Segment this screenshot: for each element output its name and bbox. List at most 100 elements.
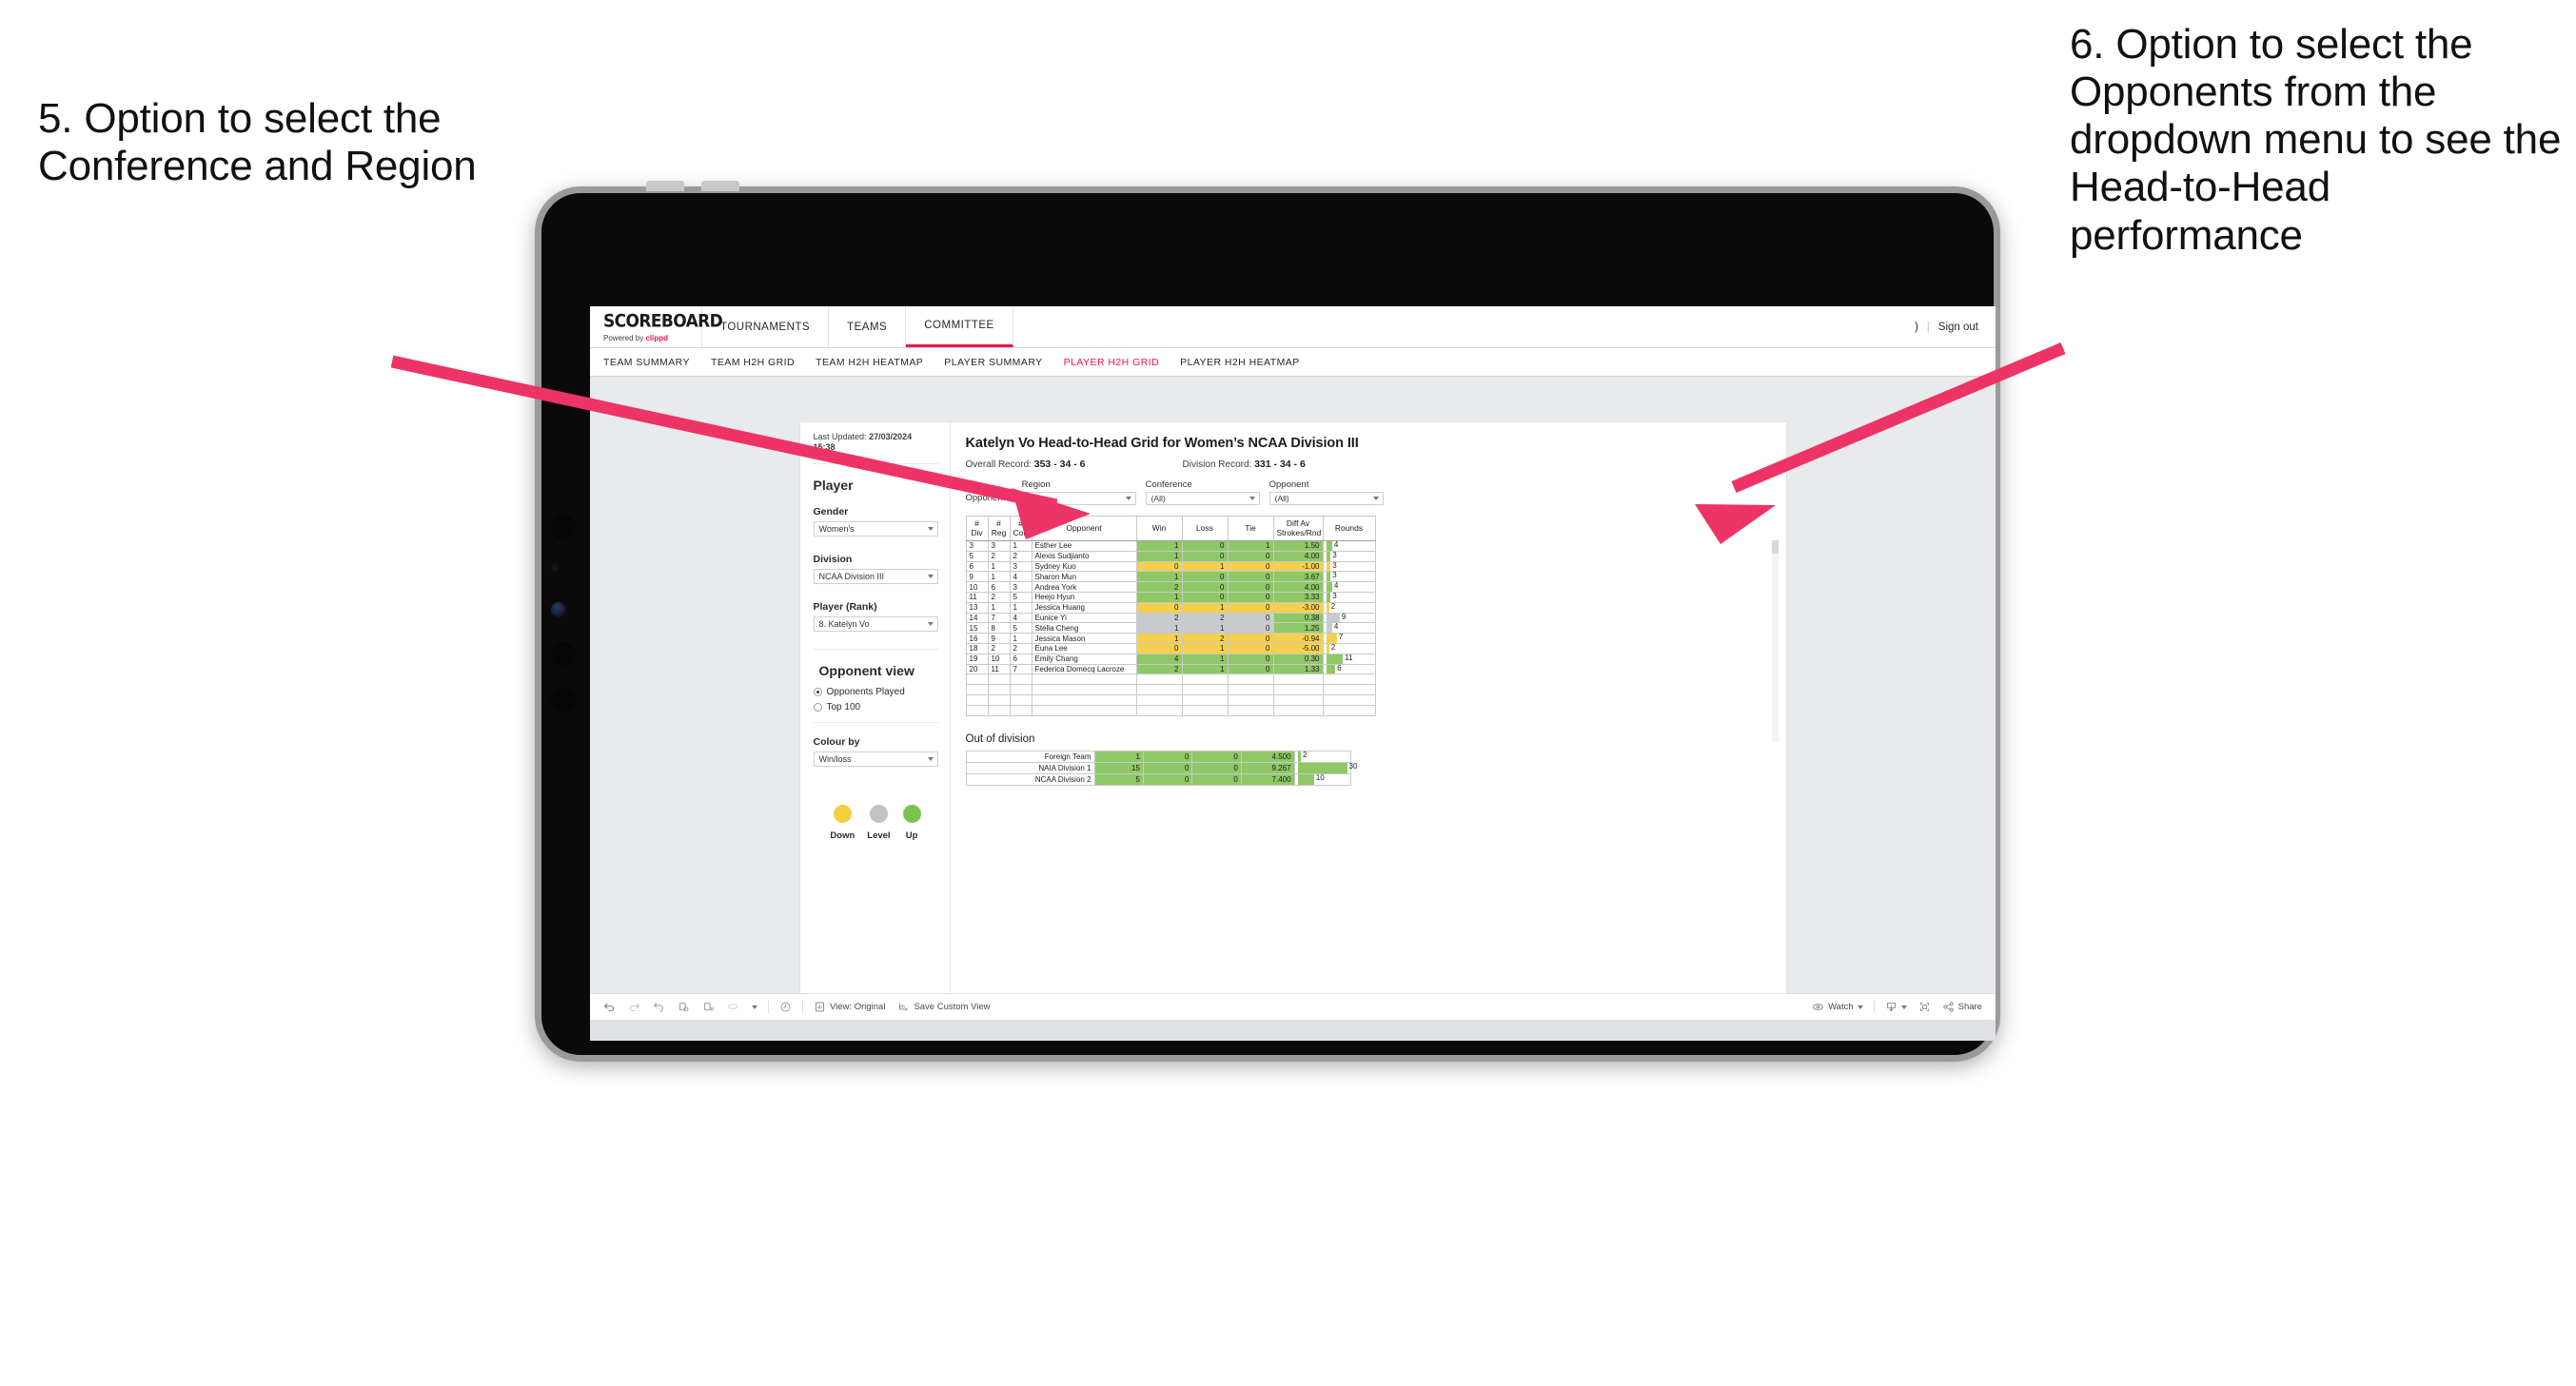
legend-level: Level [867, 804, 891, 841]
table-row[interactable]: 20 11 7 Federica Domecq Lacroze 2 1 0 1.33 6 [965, 664, 1376, 675]
volume-down-button [701, 181, 739, 191]
share-button[interactable]: Share [1942, 1001, 1982, 1013]
col-rounds[interactable]: Rounds [1322, 516, 1376, 541]
cell-conf: 1 [1009, 633, 1032, 644]
revert-icon[interactable] [653, 1001, 665, 1013]
player-rank-select[interactable]: 8. Katelyn Vo [813, 615, 938, 632]
rounds-bar [1326, 592, 1331, 602]
undo-icon[interactable] [603, 1001, 616, 1013]
nav-teams[interactable]: TEAMS [829, 306, 907, 347]
sign-out-link[interactable]: Sign out [1938, 322, 1978, 333]
refresh-icon[interactable] [678, 1001, 690, 1013]
col-loss[interactable]: Loss [1181, 516, 1229, 541]
tab-team-h2h-grid[interactable]: TEAM H2H GRID [711, 357, 795, 368]
share-icon [1942, 1001, 1955, 1013]
divider [768, 1001, 769, 1013]
table-row[interactable]: 14 7 4 Eunice Yi 2 2 0 0.38 9 [965, 612, 1376, 624]
cell-diff: 4.500 [1240, 750, 1295, 763]
table-row[interactable]: 6 1 3 Sydney Kuo 0 1 0 -1.00 3 [965, 560, 1376, 573]
rounds-bar [1326, 654, 1344, 664]
opponent-filters: Opponents: Region (All) Conference (All)… [966, 479, 1771, 505]
cell-win: 0 [1135, 642, 1183, 654]
save-custom-view-button[interactable]: Save Custom View [897, 1001, 991, 1013]
col-header-line: # [996, 517, 1001, 528]
gender-value: Women’s [818, 523, 855, 534]
last-updated-time: 15:38 [813, 442, 836, 453]
cell-rounds: 4 [1322, 581, 1376, 593]
cell-opponent: Euna Lee [1031, 642, 1137, 654]
col-tie[interactable]: Tie [1227, 516, 1274, 541]
col-win[interactable]: Win [1135, 516, 1183, 541]
cell-tie: 0 [1227, 550, 1274, 562]
opponent-select[interactable]: (All) [1268, 492, 1384, 505]
gender-select[interactable]: Women’s [813, 520, 938, 537]
player-rank-value: 8. Katelyn Vo [818, 618, 870, 629]
col-diff[interactable]: Diff Av Strokes/Rnd [1272, 516, 1324, 541]
out-of-division-title: Out of division [965, 732, 1035, 745]
colour-by-value: Win/loss [818, 753, 852, 764]
flow-icon[interactable] [727, 1001, 739, 1013]
download-button[interactable] [1885, 1001, 1907, 1013]
tab-player-h2h-heatmap[interactable]: PLAYER H2H HEATMAP [1180, 357, 1300, 368]
pause-icon[interactable] [702, 1001, 715, 1013]
table-row[interactable]: 15 8 5 Stella Cheng 1 1 0 1.25 4 [965, 622, 1376, 634]
col-header-line: Loss [1196, 522, 1213, 533]
cell-loss: 0 [1181, 591, 1229, 603]
watch-button[interactable]: Watch [1812, 1001, 1863, 1013]
rounds-bar [1326, 561, 1331, 572]
cell-conf: 4 [1009, 571, 1032, 583]
tab-team-h2h-heatmap[interactable]: TEAM H2H HEATMAP [816, 357, 923, 368]
table-row[interactable]: 16 9 1 Jessica Mason 1 2 0 -0.94 7 [965, 633, 1376, 644]
redo-icon[interactable] [628, 1001, 640, 1013]
legend-swatch [833, 804, 852, 823]
out-of-division-row[interactable]: NAIA Division 1 15 0 0 9.267 30 [965, 761, 1357, 774]
divider [1873, 1001, 1875, 1013]
tab-team-summary[interactable]: TEAM SUMMARY [603, 357, 690, 368]
table-scrollbar-track[interactable] [1771, 540, 1779, 742]
top-navigation-bar: SCOREBOARD Powered by clippd TOURNAMENTS… [590, 306, 1996, 348]
table-row[interactable]: 3 3 1 Esther Lee 1 0 1 1.50 4 [965, 540, 1376, 552]
nav-committee[interactable]: COMMITTEE [906, 306, 1013, 347]
col-opponent[interactable]: Opponent [1031, 516, 1137, 541]
tab-player-summary[interactable]: PLAYER SUMMARY [944, 357, 1042, 368]
gender-label: Gender [813, 505, 849, 517]
out-of-division-row[interactable]: Foreign Team 1 0 0 4.500 2 [965, 750, 1351, 763]
table-row[interactable]: 18 2 2 Euna Lee 0 1 0 -5.00 2 [965, 642, 1376, 654]
table-row[interactable]: 11 2 5 Heejo Hyun 1 0 0 3.33 3 [965, 591, 1376, 603]
cell-tie: 0 [1227, 633, 1274, 644]
table-row[interactable]: 9 1 4 Sharon Mun 1 0 0 3.67 3 [965, 571, 1376, 583]
cell-div: 16 [965, 633, 989, 644]
region-select[interactable]: (All) [1021, 492, 1136, 505]
view-original-button[interactable]: View: Original [814, 1001, 885, 1013]
table-row[interactable]: 19 10 6 Emily Chang 4 1 0 0.30 11 [965, 654, 1376, 665]
chevron-down-icon [1857, 1005, 1863, 1009]
legend-up: Up [902, 804, 921, 841]
division-select[interactable]: NCAA Division III [813, 568, 938, 584]
fullscreen-icon[interactable] [1918, 1001, 1931, 1013]
out-of-division-row[interactable]: NCAA Division 2 5 0 0 7.400 10 [965, 772, 1351, 786]
colour-by-select[interactable]: Win/loss [813, 751, 938, 767]
pause-auto-update-icon[interactable] [779, 1001, 792, 1013]
cell-reg: 1 [987, 560, 1011, 573]
conference-select[interactable]: (All) [1145, 492, 1260, 505]
brand-logo[interactable]: SCOREBOARD Powered by clippd [590, 306, 723, 347]
tab-player-h2h-grid[interactable]: PLAYER H2H GRID [1064, 357, 1160, 368]
col-reg[interactable]: # Reg [987, 516, 1011, 541]
cell-reg: 2 [987, 550, 1011, 562]
radio-top-100[interactable]: Top 100 [813, 702, 938, 713]
table-row[interactable]: 13 1 1 Jessica Huang 0 1 0 -3.00 2 [965, 601, 1376, 614]
divider [813, 648, 938, 650]
cell-tie: 0 [1227, 612, 1274, 624]
table-row[interactable]: 5 2 2 Alexis Sudjianto 1 0 0 4.00 3 [965, 550, 1376, 562]
radio-opponents-played[interactable]: Opponents Played [813, 687, 938, 697]
col-div[interactable]: # Div [965, 516, 989, 541]
chevron-down-icon[interactable] [752, 1005, 757, 1009]
table-scrollbar-thumb[interactable] [1771, 540, 1779, 554]
filter-panel: Last Updated: 27/03/2024 15:38 Player Ge… [799, 422, 951, 1003]
cell-opponent: Jessica Huang [1031, 601, 1137, 614]
table-row[interactable]: 10 6 3 Andrea York 2 0 0 4.00 4 [965, 581, 1376, 593]
dashboard-card: Last Updated: 27/03/2024 15:38 Player Ge… [799, 422, 1786, 1003]
col-conf[interactable]: # Conf [1009, 516, 1032, 541]
powered-by-text: Powered by [603, 333, 644, 342]
header-row: # Div # Reg # Conf Opponent Win Loss Tie Di… [965, 516, 1376, 541]
